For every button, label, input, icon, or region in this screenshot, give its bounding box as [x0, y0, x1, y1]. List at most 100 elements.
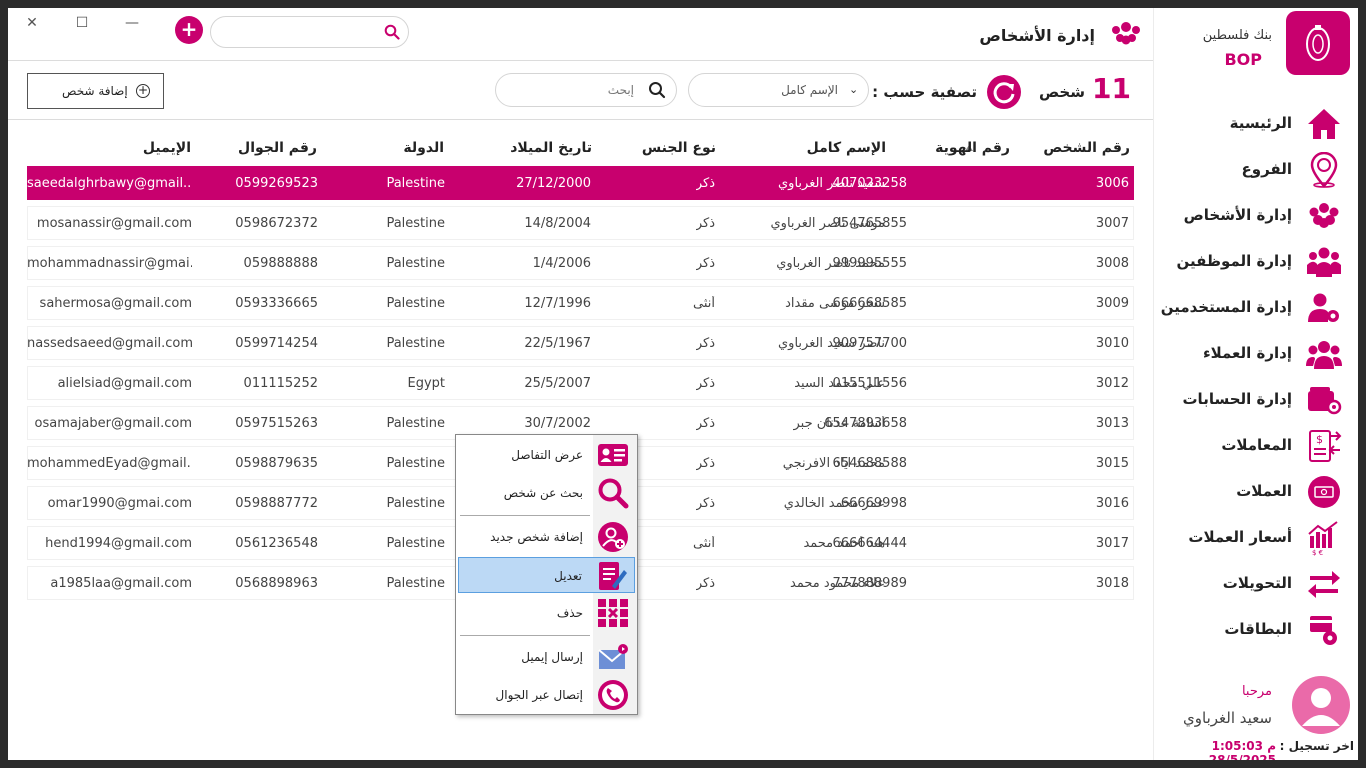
cell-phone: 0561236548	[235, 536, 318, 551]
user-avatar-icon	[1302, 688, 1340, 726]
bank-code: BOP	[1224, 50, 1262, 69]
menu-item-label: عرض التفاصل	[511, 448, 583, 462]
sidebar: بنك فلسطين BOP الرئيسية الفروع إدارة الأ…	[1153, 8, 1358, 760]
cell-country: Palestine	[386, 216, 445, 231]
cell-person-id: 3013	[1095, 416, 1129, 431]
cell-phone: 0598887772	[235, 496, 318, 511]
person-search-box	[495, 73, 677, 107]
filter-selected-value: الإسم كامل	[781, 83, 838, 97]
nav-item-label: البطاقات	[1224, 620, 1292, 638]
header-divider	[8, 60, 1153, 61]
table-row[interactable]: 3008 999995555 محمد ناصر الغرباوي ذكر 1/4/20…	[27, 246, 1134, 280]
page-title: إدارة الأشخاص	[979, 26, 1095, 45]
nav-item-cards[interactable]: البطاقات	[1158, 610, 1348, 650]
id-card-icon	[598, 444, 628, 466]
cell-full-name: سعيد ناصر الغرباوي	[777, 176, 885, 191]
people-group-icon	[1112, 22, 1140, 45]
col-header-id[interactable]: رقم الشخص	[1043, 140, 1130, 156]
bank-logo	[1286, 11, 1350, 75]
menu-item-label: بحث عن شخص	[503, 486, 583, 500]
nav-item-clients[interactable]: إدارة العملاء	[1158, 334, 1348, 374]
cell-email: sahermosa@gmail.com	[39, 296, 192, 311]
nav-item-employees[interactable]: إدارة الموظفين	[1158, 242, 1348, 282]
table-row[interactable]: 3006 407023258 سعيد ناصر الغرباوي ذكر 27/12/…	[27, 166, 1134, 200]
user-settings-icon	[1308, 293, 1339, 322]
cell-person-id: 3016	[1095, 496, 1129, 511]
col-header-country[interactable]: الدولة	[403, 140, 444, 156]
main-panel: ✕ ☐ — + إدارة الأشخاص 11 شخص تصفية حسب :…	[8, 8, 1153, 760]
cell-person-id: 3009	[1095, 296, 1129, 311]
employees-icon	[1307, 247, 1341, 277]
nav-item-users[interactable]: إدارة المستخدمين	[1158, 288, 1348, 328]
avatar[interactable]	[1292, 676, 1350, 734]
cell-person-id: 3012	[1095, 376, 1129, 391]
menu-item-delete[interactable]: حذف	[458, 595, 635, 631]
transactions-icon: $	[1309, 430, 1342, 462]
search-icon	[384, 24, 400, 40]
refresh-button[interactable]	[987, 75, 1021, 109]
cell-gender: ذكر	[695, 216, 715, 231]
filter-select[interactable]: الإسم كامل ⌄	[688, 73, 869, 107]
maximize-window-button[interactable]: ☐	[72, 14, 92, 32]
cell-gender: ذكر	[695, 176, 715, 191]
table-row[interactable]: 3007 954765855 موسى ناصر الغرباوي ذكر 14/8/2…	[27, 206, 1134, 240]
cell-email: omar1990@gmai.com	[47, 496, 192, 511]
close-window-button[interactable]: ✕	[22, 14, 42, 32]
cell-gender: ذكر	[695, 336, 715, 351]
nav-item-transactions[interactable]: المعاملات $	[1158, 426, 1348, 466]
menu-item-label: تعديل	[554, 569, 582, 583]
menu-item-call-phone[interactable]: إتصال عبر الجوال	[458, 677, 635, 713]
cell-country: Palestine	[386, 536, 445, 551]
menu-separator	[460, 635, 590, 636]
person-search-input[interactable]	[506, 80, 634, 100]
plus-circle-icon: +	[136, 83, 150, 98]
nav-item-persons[interactable]: إدارة الأشخاص	[1158, 196, 1348, 236]
cell-birth-date: 30/7/2002	[524, 416, 591, 431]
nav-item-exchange-rates[interactable]: أسعار العملات $ €	[1158, 518, 1348, 558]
cell-phone: 011115252	[243, 376, 318, 391]
quick-add-button[interactable]: +	[175, 16, 203, 44]
col-header-gender[interactable]: نوع الجنس	[642, 140, 716, 156]
nav-item-branches[interactable]: الفروع	[1158, 150, 1348, 190]
add-person-button[interactable]: إضافة شخص +	[27, 73, 164, 109]
menu-item-add-person[interactable]: إضافة شخص جديد	[458, 519, 635, 555]
welcome-text: مرحبا	[1241, 684, 1272, 699]
phone-icon	[598, 680, 628, 710]
nav-item-currencies[interactable]: العملات	[1158, 472, 1348, 512]
nav-item-accounts[interactable]: إدارة الحسابات	[1158, 380, 1348, 420]
minimize-window-button[interactable]: —	[122, 14, 142, 32]
wallet-settings-icon	[1308, 387, 1342, 415]
cell-email: mohammedEyad@gmail....	[27, 456, 192, 471]
col-header-national-id[interactable]: رقم الهوية	[935, 140, 1010, 156]
cell-full-name: سحر موسى مقداد	[785, 296, 885, 311]
menu-item-edit[interactable]: تعديل	[458, 557, 635, 593]
nav-item-home[interactable]: الرئيسية	[1158, 104, 1348, 144]
menu-item-search-person[interactable]: بحث عن شخص	[458, 475, 635, 511]
header-search-input[interactable]	[210, 16, 409, 48]
cell-gender: ذكر	[695, 416, 715, 431]
col-header-email[interactable]: الإيميل	[143, 140, 191, 156]
cell-full-name: علي محمد السيد	[794, 376, 885, 391]
menu-item-view-details[interactable]: عرض التفاصل	[458, 437, 635, 473]
table-row[interactable]: 3010 909757700 ناصر سعيد الغرباوي ذكر 22/5/1…	[27, 326, 1134, 360]
edit-document-icon	[599, 562, 627, 590]
col-header-phone[interactable]: رقم الجوال	[238, 140, 317, 156]
cell-full-name: أسامة عدنان جبر	[793, 416, 885, 431]
menu-item-label: إضافة شخص جديد	[490, 530, 583, 544]
cell-email: mosanassir@gmail.com	[36, 216, 192, 231]
bank-name: بنك فلسطين	[1202, 28, 1272, 43]
col-header-birth[interactable]: تاريخ الميلاد	[510, 140, 592, 156]
table-row[interactable]: 3012 015511556 علي محمد السيد ذكر 25/5/2007 E…	[27, 366, 1134, 400]
col-header-name[interactable]: الإسم كامل	[807, 140, 886, 156]
cell-email: nassedsaeed@gmail.com	[27, 336, 192, 351]
clients-icon	[1306, 341, 1342, 369]
cell-email: alielsiad@gmail.com	[57, 376, 192, 391]
cell-email: osamajaber@gmail.com	[34, 416, 193, 431]
cell-birth-date: 22/5/1967	[524, 336, 591, 351]
cell-birth-date: 27/12/2000	[516, 176, 591, 191]
cell-country: Palestine	[386, 416, 445, 431]
svg-text:$ €: $ €	[1312, 549, 1323, 556]
nav-item-transfers[interactable]: التحويلات	[1158, 564, 1348, 604]
menu-item-send-email[interactable]: إرسال إيميل	[458, 639, 635, 675]
table-row[interactable]: 3009 666668585 سحر موسى مقداد أنثى 12/7/1996…	[27, 286, 1134, 320]
